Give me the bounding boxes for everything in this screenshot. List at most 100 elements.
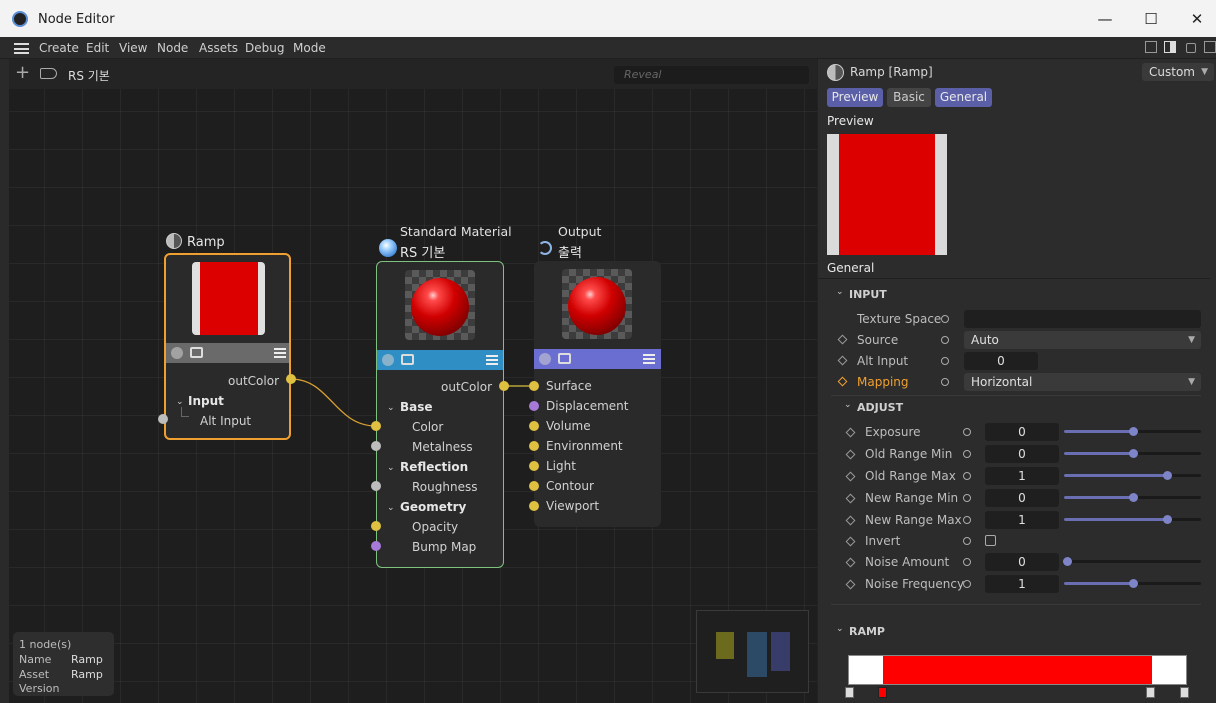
image-icon: [190, 347, 203, 358]
keyframe-diamond-icon[interactable]: [845, 449, 856, 460]
port-ring-icon[interactable]: [963, 558, 971, 566]
output-environment-socket[interactable]: [529, 441, 539, 451]
material-color-socket[interactable]: [371, 421, 381, 431]
alt-input-field[interactable]: 0: [964, 352, 1038, 370]
exposure-field[interactable]: 0: [985, 423, 1059, 441]
node-menu-icon[interactable]: [486, 355, 498, 365]
chevron-down-icon[interactable]: ⌄: [387, 403, 395, 413]
tab-general[interactable]: General: [935, 88, 992, 107]
chevron-down-icon[interactable]: ⌄: [387, 503, 395, 513]
port-ring-icon[interactable]: [941, 315, 949, 323]
chevron-down-icon[interactable]: ⌄: [387, 463, 395, 473]
minimap[interactable]: [696, 610, 809, 693]
ramp-knot-handle[interactable]: [1180, 687, 1189, 698]
ramp-knot-handle[interactable]: [1146, 687, 1155, 698]
material-group-geometry[interactable]: Geometry: [400, 500, 466, 514]
section-ramp[interactable]: RAMP: [849, 625, 885, 638]
noise-amount-slider[interactable]: [1062, 557, 1201, 566]
material-group-base[interactable]: Base: [400, 400, 433, 414]
tab-preview[interactable]: Preview: [827, 88, 883, 107]
keyframe-diamond-icon[interactable]: [845, 536, 856, 547]
section-input[interactable]: INPUT: [849, 288, 887, 301]
output-viewport-socket[interactable]: [529, 501, 539, 511]
maximize-button[interactable]: ☐: [1133, 6, 1169, 32]
noise-amount-field[interactable]: 0: [985, 553, 1059, 571]
noise-frequency-field[interactable]: 1: [985, 575, 1059, 593]
ramp-group-input[interactable]: Input: [188, 394, 224, 408]
chevron-down-icon[interactable]: ⌄: [836, 624, 844, 634]
layout-icon[interactable]: [1145, 41, 1157, 53]
port-ring-icon[interactable]: [963, 494, 971, 502]
keyframe-diamond-icon[interactable]: [845, 427, 856, 438]
ramp-node[interactable]: outColor ⌄ Input Alt Input: [164, 253, 291, 440]
node-menu-icon[interactable]: [643, 354, 655, 364]
close-button[interactable]: ✕: [1179, 6, 1215, 32]
port-ring-icon[interactable]: [963, 580, 971, 588]
param-new-range-min-label: New Range Min: [865, 491, 959, 505]
output-node[interactable]: Surface Displacement Volume Environment …: [534, 261, 661, 527]
material-bump-map-socket[interactable]: [371, 541, 381, 551]
exposure-slider[interactable]: [1064, 427, 1201, 436]
texture-space-field[interactable]: [964, 310, 1201, 328]
port-ring-icon[interactable]: [941, 357, 949, 365]
noise-frequency-slider[interactable]: [1064, 579, 1201, 588]
ramp-knot-handle[interactable]: [845, 687, 854, 698]
port-ring-icon[interactable]: [941, 378, 949, 386]
section-adjust[interactable]: ADJUST: [857, 401, 903, 414]
output-port-light: Light: [546, 459, 576, 473]
panel-toggle-icon[interactable]: [1164, 41, 1176, 53]
ramp-knot-handle[interactable]: [878, 687, 887, 698]
keyframe-diamond-icon[interactable]: [845, 515, 856, 526]
ramp-gradient-bar[interactable]: [848, 655, 1187, 685]
keyframe-diamond-icon[interactable]: [837, 355, 848, 366]
keyframe-diamond-icon[interactable]: [845, 493, 856, 504]
new-window-icon[interactable]: [1204, 41, 1216, 53]
old-range-max-field[interactable]: 1: [985, 467, 1059, 485]
new-range-min-field[interactable]: 0: [985, 489, 1059, 507]
param-old-range-max-label: Old Range Max: [865, 469, 956, 483]
keyframe-diamond-icon[interactable]: [845, 557, 856, 568]
material-port-opacity: Opacity: [412, 520, 459, 534]
chevron-down-icon[interactable]: ⌄: [836, 287, 844, 297]
output-surface-socket[interactable]: [529, 381, 539, 391]
output-volume-socket[interactable]: [529, 421, 539, 431]
new-range-max-field[interactable]: 1: [985, 511, 1059, 529]
lock-icon[interactable]: [1186, 43, 1196, 53]
keyframe-diamond-icon[interactable]: [837, 334, 848, 345]
ramp-alt-input-socket[interactable]: [158, 414, 168, 424]
port-ring-icon[interactable]: [963, 428, 971, 436]
tab-basic[interactable]: Basic: [887, 88, 931, 107]
port-ring-icon[interactable]: [963, 537, 971, 545]
port-ring-icon[interactable]: [963, 450, 971, 458]
material-metalness-socket[interactable]: [371, 441, 381, 451]
output-displacement-socket[interactable]: [529, 401, 539, 411]
mapping-select[interactable]: Horizontal ▼: [964, 373, 1201, 391]
port-ring-icon[interactable]: [941, 336, 949, 344]
port-ring-icon[interactable]: [963, 472, 971, 480]
node-menu-icon[interactable]: [274, 348, 286, 358]
old-range-min-slider[interactable]: [1064, 449, 1201, 458]
material-outcolor-socket[interactable]: [499, 381, 509, 391]
source-select[interactable]: Auto ▼: [964, 331, 1201, 349]
ramp-outcolor-socket[interactable]: [286, 374, 296, 384]
new-range-min-slider[interactable]: [1064, 493, 1201, 502]
old-range-min-field[interactable]: 0: [985, 445, 1059, 463]
layout-mode-select[interactable]: Custom ▼: [1142, 63, 1214, 81]
standard-material-node[interactable]: outColor ⌄ Base Color Metalness ⌄ Reflec…: [376, 261, 504, 568]
output-light-socket[interactable]: [529, 461, 539, 471]
material-group-reflection[interactable]: Reflection: [400, 460, 468, 474]
material-roughness-socket[interactable]: [371, 481, 381, 491]
minimize-button[interactable]: —: [1087, 6, 1123, 32]
old-range-max-slider[interactable]: [1064, 471, 1201, 480]
material-opacity-socket[interactable]: [371, 521, 381, 531]
keyframe-diamond-icon[interactable]: [837, 376, 848, 387]
new-range-max-slider[interactable]: [1064, 515, 1201, 524]
keyframe-diamond-icon[interactable]: [845, 471, 856, 482]
chevron-down-icon[interactable]: ⌄: [176, 397, 184, 407]
chevron-down-icon[interactable]: ⌄: [844, 400, 852, 410]
invert-checkbox[interactable]: [985, 535, 996, 546]
output-contour-socket[interactable]: [529, 481, 539, 491]
keyframe-diamond-icon[interactable]: [845, 579, 856, 590]
port-ring-icon[interactable]: [963, 516, 971, 524]
output-port-surface: Surface: [546, 379, 592, 393]
